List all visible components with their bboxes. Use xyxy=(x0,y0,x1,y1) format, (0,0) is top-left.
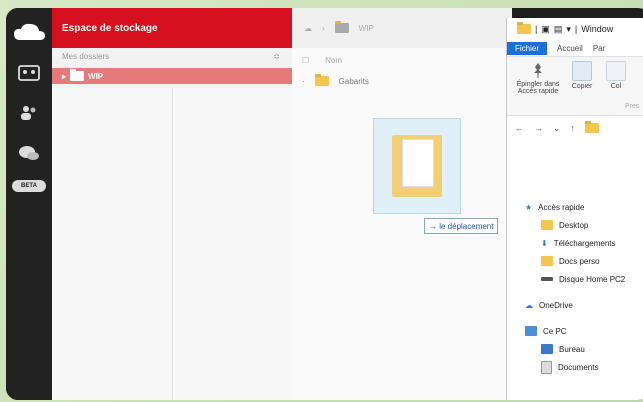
copy-label: Copier xyxy=(571,83,593,90)
folder-icon xyxy=(517,22,531,34)
users-icon[interactable] xyxy=(17,104,41,122)
tab-home[interactable]: Accueil xyxy=(557,44,583,53)
folder-icon xyxy=(70,69,85,81)
folder-label: WIP xyxy=(88,71,104,81)
tree-label: Téléchargements xyxy=(553,238,616,248)
pc-icon xyxy=(525,326,537,336)
breadcrumb: ☁ › WIP xyxy=(292,8,512,48)
tab-file[interactable]: Fichier xyxy=(507,41,548,55)
cloud-logo-icon[interactable] xyxy=(12,22,46,42)
app-window: BETA Espace de stockage Mes dossiers ≎ ▸… xyxy=(6,8,643,400)
up-arrow-icon[interactable]: ↑ xyxy=(571,123,576,133)
copy-button[interactable]: Copier xyxy=(567,61,597,90)
forward-arrow-icon[interactable]: → xyxy=(534,123,543,133)
tree-label: Accès rapide xyxy=(538,202,585,212)
chevron-right-icon: › xyxy=(322,23,325,33)
drive-icon xyxy=(541,277,553,281)
cloud-icon: ☁ xyxy=(525,300,533,310)
list-item[interactable]: · Gabarits xyxy=(302,74,369,86)
tree-item-onedrive[interactable]: ☁ OneDrive xyxy=(525,296,573,314)
contacts-icon[interactable] xyxy=(17,64,41,82)
panel-header: Espace de stockage xyxy=(52,8,292,48)
pin-icon xyxy=(529,61,547,79)
pin-quick-access-button[interactable]: Épingler dans Accès rapide xyxy=(511,61,565,95)
folder-icon xyxy=(541,220,553,230)
select-all-checkbox[interactable]: ☐ xyxy=(302,56,309,65)
windows-explorer: | ▣ ▤ ▾ | Window Fichier Accueil Par Épi… xyxy=(506,18,643,400)
separator: | xyxy=(535,24,538,34)
separator: | xyxy=(574,24,578,34)
new-folder-icon[interactable]: ▤ xyxy=(554,24,563,35)
navigation-bar: ← → ⌄ ↑ xyxy=(507,116,643,140)
pin-label: Épingler dans Accès rapide xyxy=(516,81,560,95)
tree-item-docs-perso[interactable]: Docs perso xyxy=(541,252,599,270)
sort-icon[interactable]: ≎ xyxy=(273,52,280,66)
icon-sidebar: BETA xyxy=(6,8,52,400)
tree-item-downloads[interactable]: ⬇ Téléchargements xyxy=(541,234,616,252)
folder-icon xyxy=(541,256,553,266)
tree-item-disque-home[interactable]: Disque Home PC2 xyxy=(541,270,625,288)
folder-tree-item-wip[interactable]: ▸ WIP xyxy=(52,68,292,84)
ribbon-tabs: Fichier Accueil Par xyxy=(507,40,643,56)
desktop-icon xyxy=(541,344,553,354)
tree-label: Ce PC xyxy=(543,326,567,336)
breadcrumb-current[interactable]: WIP xyxy=(359,24,374,33)
tree-label: OneDrive xyxy=(539,300,573,310)
ribbon: Épingler dans Accès rapide Copier Col Pr… xyxy=(507,56,643,116)
properties-icon[interactable]: ▣ xyxy=(541,24,550,35)
my-folders-row: Mes dossiers ≎ xyxy=(52,52,292,66)
item-name[interactable]: Gabarits xyxy=(339,77,369,86)
drag-ghost xyxy=(373,118,461,214)
window-title: Window xyxy=(581,24,614,34)
tree-label: Disque Home PC2 xyxy=(559,274,626,284)
expand-icon[interactable]: · xyxy=(302,77,305,86)
folder-icon xyxy=(314,74,329,86)
column-name[interactable]: Nom xyxy=(325,56,342,65)
tree-item-documents[interactable]: Documents xyxy=(541,358,598,376)
back-arrow-icon[interactable]: ← xyxy=(515,123,524,133)
paste-label: Col xyxy=(610,83,622,90)
tree-label: Bureau xyxy=(559,344,585,354)
chevron-right-icon[interactable]: ▸ xyxy=(62,72,66,81)
address-folder-icon xyxy=(585,121,600,133)
ribbon-section-label: Pres xyxy=(625,103,640,110)
explorer-titlebar: | ▣ ▤ ▾ | Window xyxy=(507,18,643,40)
download-icon: ⬇ xyxy=(541,238,548,248)
tree-item-quick-access[interactable]: ★ Accès rapide xyxy=(525,198,584,216)
copy-icon xyxy=(572,61,592,81)
tab-share[interactable]: Par xyxy=(593,44,605,53)
recent-dropdown-icon[interactable]: ⌄ xyxy=(553,123,561,134)
my-folders-label: Mes dossiers xyxy=(62,52,110,61)
quick-access-dropdown-icon[interactable]: ▾ xyxy=(566,24,571,35)
beta-badge: BETA xyxy=(12,180,46,192)
column-header: ☐ Nom xyxy=(302,56,342,65)
cloud-home-icon[interactable]: ☁ xyxy=(304,24,312,33)
tree-item-this-pc[interactable]: Ce PC xyxy=(525,322,567,340)
document-thumbnail xyxy=(402,139,434,187)
tree-label: Desktop xyxy=(559,220,589,230)
tree-item-bureau[interactable]: Bureau xyxy=(541,340,585,358)
tree-item-desktop[interactable]: Desktop xyxy=(541,216,588,234)
storage-panel: Espace de stockage Mes dossiers ≎ ▸ WIP xyxy=(52,8,292,400)
paste-button[interactable]: Col xyxy=(601,61,631,90)
tree-label: Documents xyxy=(558,362,599,372)
divider xyxy=(172,88,173,400)
folder-icon xyxy=(334,21,349,33)
paste-icon xyxy=(606,61,626,81)
drag-tooltip: → le déplacement xyxy=(424,218,499,234)
chat-icon[interactable] xyxy=(17,144,41,162)
tree-label: Docs perso xyxy=(559,256,600,266)
star-icon: ★ xyxy=(525,202,533,212)
document-icon xyxy=(541,360,552,374)
